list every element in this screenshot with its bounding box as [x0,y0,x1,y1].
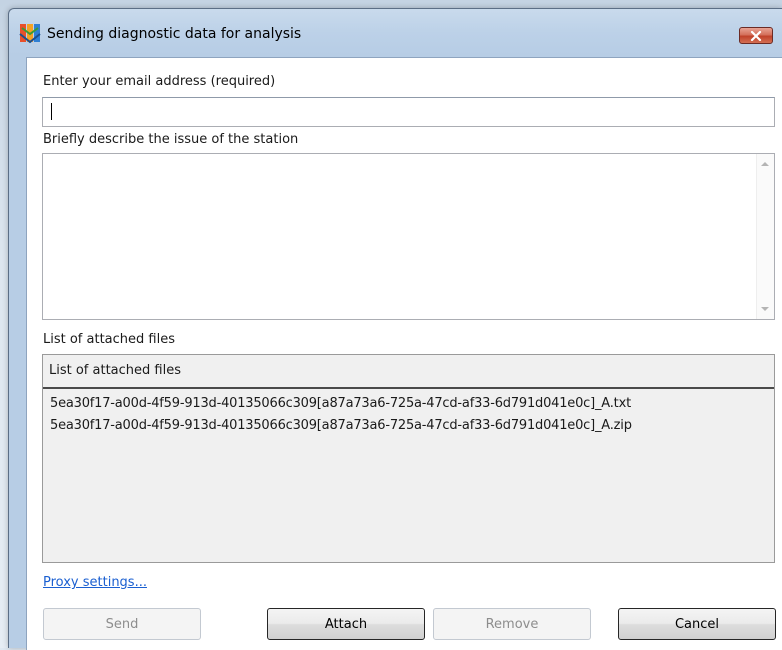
scroll-down-arrow-icon[interactable] [761,307,769,311]
email-label: Enter your email address (required) [43,74,276,89]
close-button[interactable] [739,27,773,44]
text-caret [51,103,52,120]
description-scrollbar[interactable] [756,154,774,319]
proxy-settings-link[interactable]: Proxy settings... [43,575,147,590]
desktop-background: Sending diagnostic data for analysis Ent… [0,0,782,650]
list-item[interactable]: 5ea30f17-a00d-4f59-913d-40135066c309[a87… [50,418,632,433]
scroll-up-arrow-icon[interactable] [761,162,769,166]
description-label: Briefly describe the issue of the statio… [43,132,299,147]
attached-files-label: List of attached files [43,332,175,347]
issue-description-textarea[interactable] [42,153,775,320]
window-title: Sending diagnostic data for analysis [47,26,302,42]
dialog-content: Enter your email address (required) Brie… [26,57,782,650]
cancel-button[interactable]: Cancel [618,608,776,640]
avg-logo-icon [19,22,41,44]
title-bar[interactable]: Sending diagnostic data for analysis [9,9,782,51]
list-item[interactable]: 5ea30f17-a00d-4f59-913d-40135066c309[a87… [50,396,631,411]
remove-button[interactable]: Remove [433,608,591,640]
close-icon [750,30,762,41]
email-field[interactable] [42,97,775,127]
attached-files-list[interactable]: List of attached files 5ea30f17-a00d-4f5… [42,354,775,563]
dialog-window: Sending diagnostic data for analysis Ent… [8,8,782,650]
attach-button[interactable]: Attach [267,608,425,640]
send-button[interactable]: Send [43,608,201,640]
attached-files-column-header[interactable]: List of attached files [43,355,774,389]
